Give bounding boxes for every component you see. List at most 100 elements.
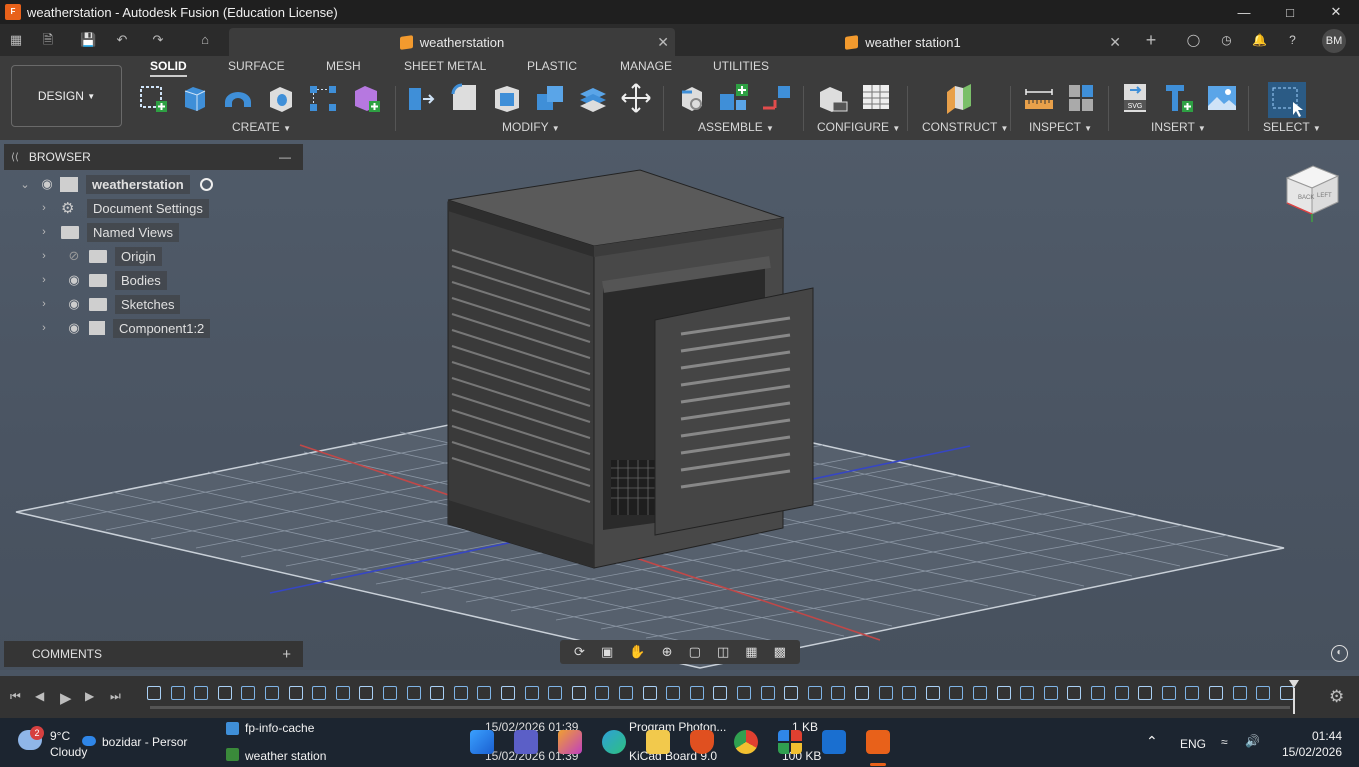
extensions-icon[interactable]: ◯ (1185, 32, 1202, 49)
volume-icon[interactable]: 🔊 (1245, 734, 1260, 748)
show-hidden-icons-chevron-icon[interactable]: ⌃ (1146, 733, 1158, 750)
timeline-feature-icon[interactable] (312, 686, 327, 700)
split-body-icon[interactable] (577, 82, 609, 114)
timeline-feature-icon[interactable] (359, 686, 374, 700)
timeline-feature-icon[interactable] (170, 686, 185, 700)
timeline-feature-icon[interactable] (571, 686, 586, 700)
orbit-icon[interactable]: ⟳ (574, 644, 585, 660)
canvas-viewport[interactable]: BACK LEFT (0, 140, 1359, 670)
timeline-feature-icon[interactable] (973, 686, 987, 700)
grid-settings-icon[interactable]: ▦ (745, 644, 757, 660)
clock-time[interactable]: 01:44 (1282, 729, 1342, 743)
hole-icon[interactable] (265, 82, 297, 114)
timeline-feature-icon[interactable] (689, 686, 704, 700)
chevron-right-icon[interactable]: › (37, 226, 51, 238)
create-sketch-icon[interactable] (137, 82, 169, 114)
chrome-icon[interactable] (734, 730, 758, 754)
new-component-icon[interactable] (676, 82, 708, 114)
tab-manage[interactable]: MANAGE (620, 59, 672, 73)
timeline-feature-icon[interactable] (784, 686, 799, 700)
browser-minimize-icon[interactable]: — (279, 150, 291, 164)
workspace-switcher[interactable]: DESIGN ▼ (11, 65, 122, 127)
timeline-feature-icon[interactable] (996, 686, 1011, 700)
tab-weatherstation[interactable]: weatherstation ✕ (229, 28, 675, 56)
timeline-feature-icon[interactable] (453, 686, 468, 700)
insert-svg-icon[interactable]: SVG (1120, 82, 1152, 114)
store-icon[interactable] (778, 730, 802, 754)
chevron-down-icon[interactable]: ⌄ (18, 178, 32, 191)
tab-surface[interactable]: SURFACE (228, 59, 285, 73)
timeline-feature-icon[interactable] (1209, 686, 1223, 700)
browser-item-bodies[interactable]: › ◉ Bodies (37, 269, 167, 291)
fillet-icon[interactable] (448, 82, 480, 114)
timeline-feature-icon[interactable] (878, 686, 893, 700)
weather-description[interactable]: Cloudy (50, 745, 87, 759)
browser-item-component1[interactable]: › ◉ Component1:2 (37, 317, 211, 339)
timeline-feature-icon[interactable] (335, 686, 350, 700)
press-pull-icon[interactable] (405, 82, 437, 114)
eye-hidden-icon[interactable]: ⊘ (65, 248, 83, 264)
job-status-icon[interactable]: ◷ (1218, 32, 1235, 49)
shell-icon[interactable] (491, 82, 523, 114)
canvas-image-icon[interactable] (1206, 82, 1238, 114)
insert-mcmaster-icon[interactable] (1163, 82, 1195, 114)
pan-icon[interactable]: ✋ (629, 644, 645, 660)
compass-icon[interactable]: ◐ (1331, 645, 1348, 662)
configure-model-icon[interactable] (817, 82, 849, 114)
timeline-feature-icon[interactable] (217, 686, 232, 700)
timeline-feature-icon[interactable] (194, 686, 209, 700)
timeline-feature-icon[interactable] (383, 686, 397, 700)
measure-icon[interactable] (1023, 82, 1055, 114)
eye-icon[interactable]: ◉ (65, 296, 83, 312)
notifications-icon[interactable]: 🔔 (1251, 32, 1268, 49)
tab-weather-station1[interactable]: weather station1 ✕ (675, 28, 1131, 56)
browser-item-sketches[interactable]: › ◉ Sketches (37, 293, 181, 315)
wifi-icon[interactable]: ≈ (1221, 735, 1228, 749)
timeline-track[interactable] (150, 706, 1290, 709)
browser-item-document-settings[interactable]: › ⚙ Document Settings (37, 197, 209, 219)
edge-icon[interactable] (602, 730, 626, 754)
timeline-feature-icon[interactable] (1020, 686, 1035, 700)
home-icon[interactable]: ⌂ (197, 32, 213, 48)
insert-group-label[interactable]: INSERT ▼ (1151, 120, 1206, 134)
fusion-taskbar-icon[interactable] (866, 730, 890, 754)
offset-plane-icon[interactable] (943, 82, 975, 114)
timeline-feature-icon[interactable] (265, 686, 279, 700)
timeline-marker[interactable] (1289, 680, 1299, 714)
timeline-feature-icon[interactable] (807, 686, 822, 700)
chevron-right-icon[interactable]: › (37, 322, 51, 334)
eye-icon[interactable]: ◉ (65, 272, 83, 288)
timeline-feature-icon[interactable] (288, 686, 303, 700)
onedrive-icon[interactable] (82, 736, 96, 746)
timeline-feature-icon[interactable] (1232, 686, 1247, 700)
revolve-icon[interactable] (222, 82, 254, 114)
timeline-feature-icon[interactable] (831, 686, 846, 700)
play-icon[interactable]: ▶ (60, 689, 72, 707)
chevron-right-icon[interactable]: › (37, 298, 51, 310)
go-to-start-icon[interactable]: ⏮ (10, 689, 21, 704)
timeline-feature-icon[interactable] (1185, 686, 1200, 700)
fit-icon[interactable]: ▢ (689, 644, 701, 660)
timeline-feature-icon[interactable] (902, 686, 917, 700)
chevron-right-icon[interactable]: › (37, 202, 51, 214)
timeline-feature-icon[interactable] (925, 686, 940, 700)
look-at-icon[interactable]: ▣ (601, 644, 613, 660)
outlook-icon[interactable] (822, 730, 846, 754)
timeline-feature-icon[interactable] (619, 686, 633, 700)
collapse-panel-icon[interactable]: ⟨⟨ (11, 152, 19, 163)
chevron-right-icon[interactable]: › (37, 274, 51, 286)
input-language[interactable]: ENG (1180, 737, 1206, 751)
extrude-icon[interactable] (179, 82, 211, 114)
tab-mesh[interactable]: MESH (326, 59, 361, 73)
timeline-feature-icon[interactable] (1043, 686, 1058, 700)
pattern-icon[interactable] (307, 82, 339, 114)
user-avatar[interactable]: BM (1322, 29, 1346, 53)
timeline-feature-icon[interactable] (737, 686, 751, 700)
file-menu-icon[interactable]: 🗎 (40, 32, 56, 48)
viewports-icon[interactable]: ▩ (774, 644, 786, 660)
copilot-icon[interactable] (558, 730, 582, 754)
select-tool-icon[interactable] (1268, 82, 1306, 118)
go-to-end-icon[interactable]: ⏭ (110, 689, 121, 704)
configuration-table-icon[interactable] (860, 82, 892, 114)
browser-item-origin[interactable]: › ⊘ Origin (37, 245, 162, 267)
